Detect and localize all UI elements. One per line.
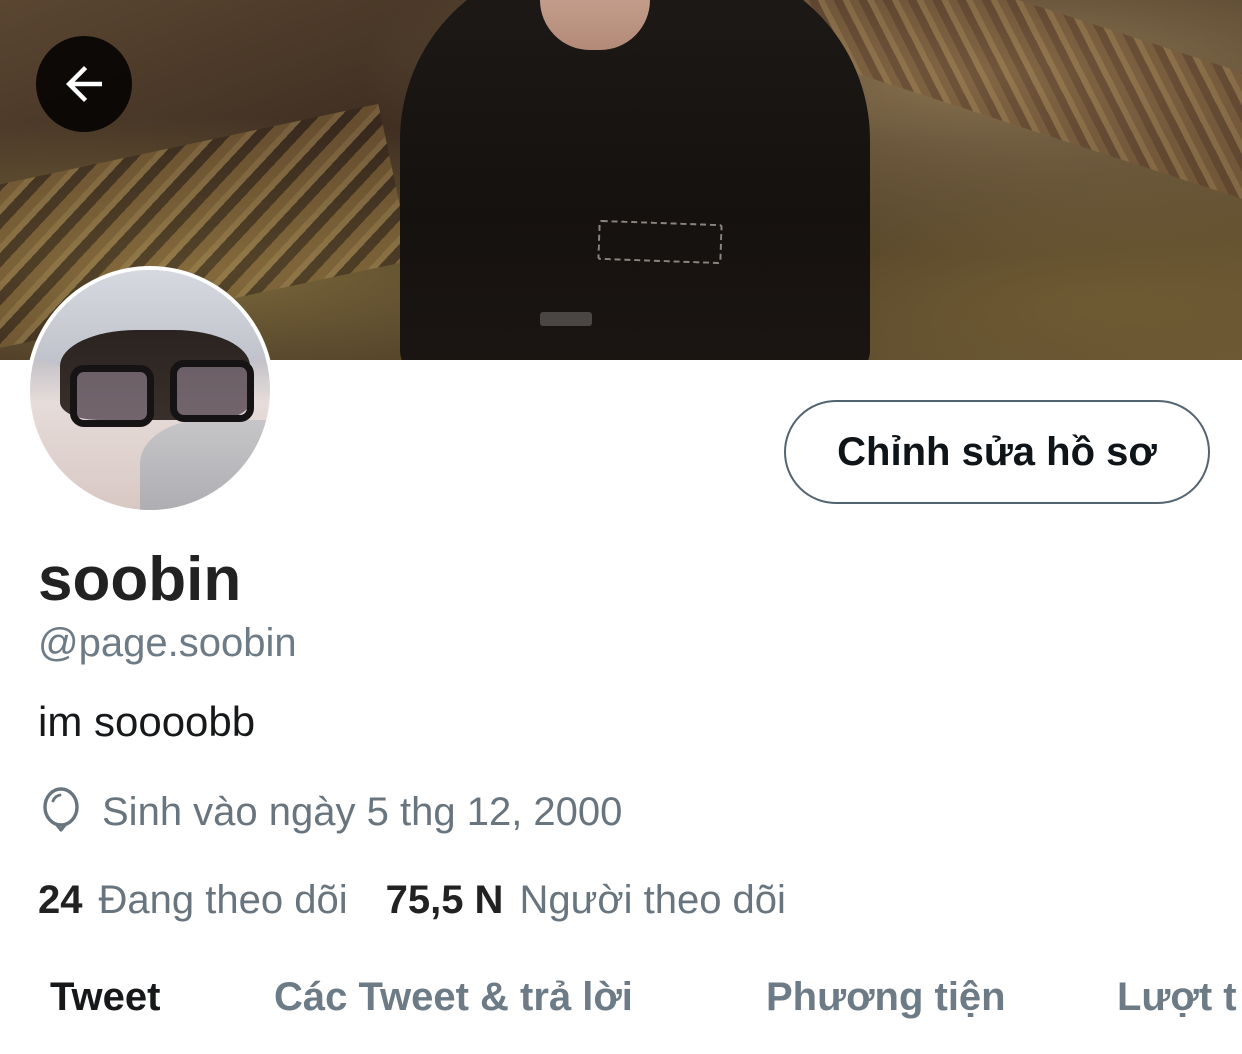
followers-link[interactable]: 75,5 N Người theo dõi [386, 874, 786, 926]
display-name: soobin [38, 545, 242, 614]
tab-tweets-and-replies[interactable]: Các Tweet & trả lời [274, 964, 633, 1030]
banner-jacket-buckle [540, 312, 592, 326]
avatar-glasses-right [170, 360, 254, 422]
followers-count: 75,5 N [385, 878, 504, 922]
following-link[interactable]: 24 Đang theo dõi [38, 874, 348, 926]
tab-media[interactable]: Phương tiện [766, 964, 1006, 1030]
tab-tweets[interactable]: Tweet [50, 964, 160, 1030]
profile-tabs: Tweet Các Tweet & trả lời Phương tiện Lư… [0, 964, 1242, 1030]
profile-page: Chỉnh sửa hồ sơ soobin @page.soobin im s… [0, 0, 1242, 1054]
arrow-left-icon [66, 66, 102, 102]
follow-stats: 24 Đang theo dõi 75,5 N Người theo dõi [38, 874, 786, 926]
banner-person-figure [400, 0, 870, 360]
tab-likes[interactable]: Lượt t [1117, 964, 1237, 1030]
banner-jacket-pocket [597, 219, 723, 265]
user-bio: im soooobb [38, 698, 256, 745]
avatar[interactable] [26, 266, 274, 514]
back-button[interactable] [36, 36, 132, 132]
user-handle: @page.soobin [38, 621, 297, 665]
birthday-text: Sinh vào ngày 5 thg 12, 2000 [102, 790, 623, 834]
balloon-icon [38, 786, 84, 838]
avatar-hoodie [140, 420, 270, 510]
birthday-info: Sinh vào ngày 5 thg 12, 2000 [38, 786, 622, 838]
avatar-image [30, 270, 270, 510]
followers-label: Người theo dõi [519, 878, 786, 922]
following-count: 24 [38, 878, 83, 922]
avatar-glasses-left [70, 365, 154, 427]
following-label: Đang theo dõi [98, 878, 348, 922]
edit-profile-button[interactable]: Chỉnh sửa hồ sơ [784, 400, 1210, 504]
